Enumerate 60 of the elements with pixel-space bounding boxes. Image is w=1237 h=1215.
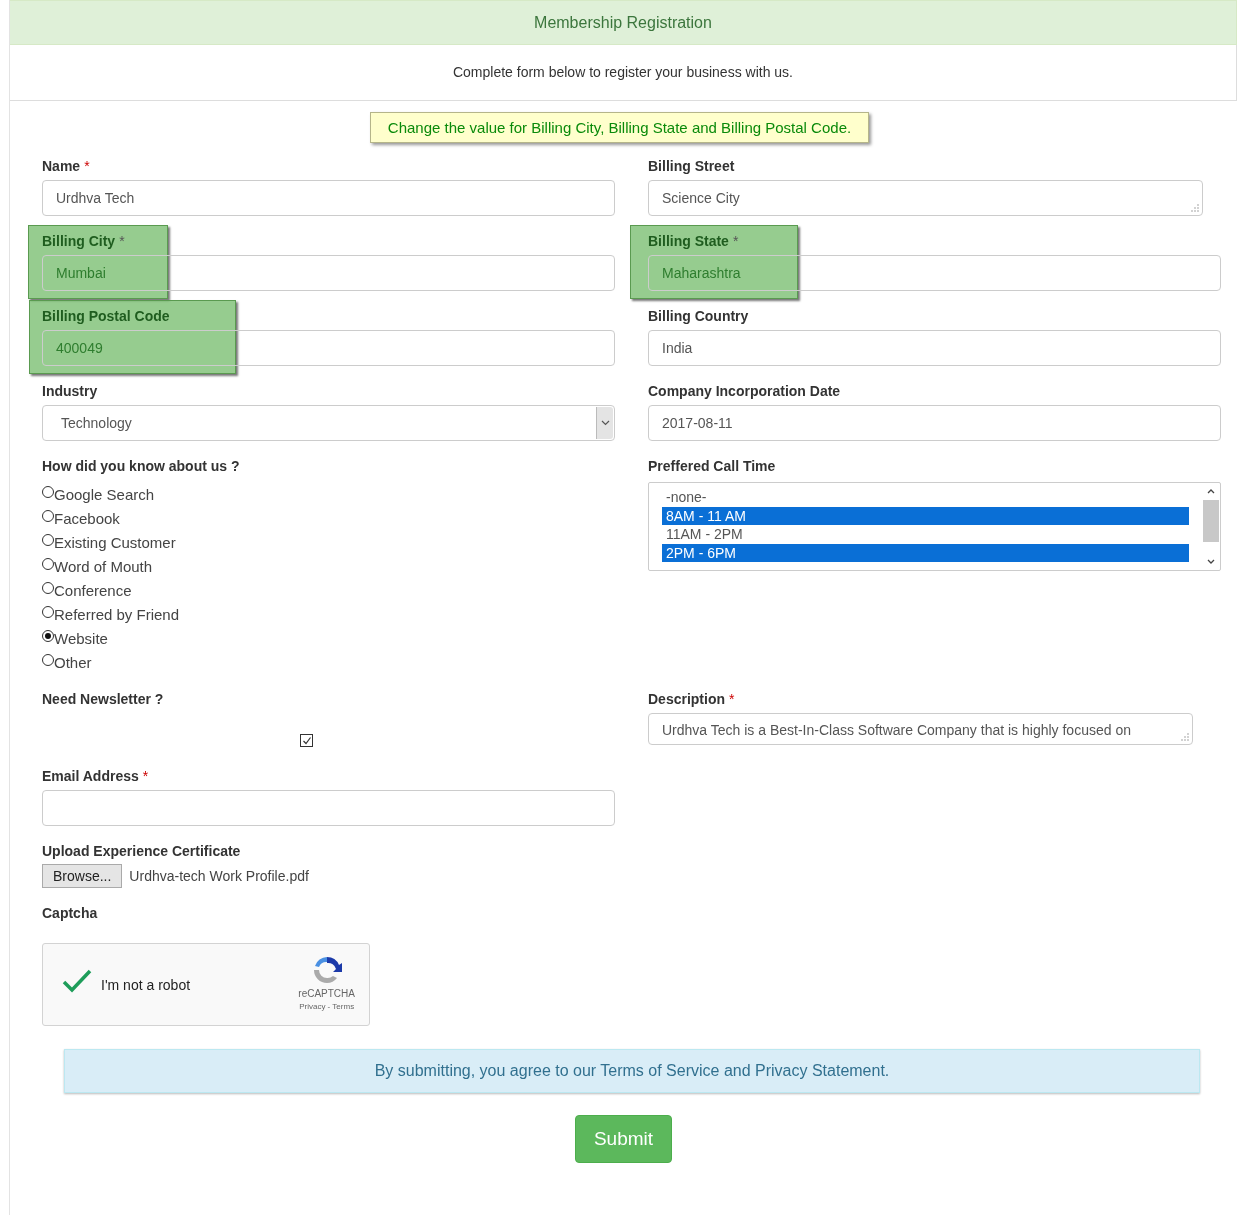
scroll-up-icon[interactable] [1207, 488, 1215, 494]
field-label: Billing Street [648, 158, 735, 175]
select-value: Technology [61, 415, 132, 431]
field-label: Upload Experience Certificate [42, 843, 241, 860]
radio-label[interactable]: Other [54, 653, 92, 671]
field-label: How did you know about us ? [42, 458, 240, 475]
field-label: Description [648, 691, 725, 708]
required-mark: * [729, 691, 735, 708]
field-label: Email Address [42, 768, 139, 785]
browse-button[interactable]: Browse... [42, 863, 123, 888]
captcha-widget[interactable]: I'm not a robot reCAPTCHA Privacy - Terms [42, 943, 370, 1026]
form-title: Membership Registration [534, 14, 712, 31]
input-field[interactable]: Urdhva Tech [42, 180, 615, 216]
captcha-label: I'm not a robot [101, 976, 191, 993]
notice-message: Change the value for Billing City, Billing State and Billing Postal Code. [369, 112, 870, 143]
radio-label[interactable]: Website [54, 629, 108, 647]
scrollbar-thumb[interactable] [1203, 499, 1219, 542]
resize-grip-icon[interactable] [1191, 204, 1199, 212]
text-area[interactable]: Science City [648, 180, 1203, 216]
radio-label[interactable]: Word of Mouth [54, 557, 153, 575]
resize-grip-icon[interactable] [1181, 733, 1189, 741]
privacy-terms-link[interactable]: Privacy - Terms [299, 1002, 355, 1011]
intro-text: Complete form below to register your business with us. [452, 64, 793, 80]
call-time-listbox[interactable]: -none- 8AM - 11 AM 11AM - 2PM 2PM - 6PM [648, 482, 1221, 571]
input-field[interactable]: India [648, 330, 1221, 366]
industry-select[interactable]: Technology [42, 405, 615, 441]
text-area-value: Urdhva Tech is a Best-In-Class Software Company that is highly focused on [662, 722, 1131, 738]
field-label: Billing State [648, 233, 729, 250]
field-label: Company Incorporation Date [648, 383, 841, 400]
field-label: Industry [42, 383, 98, 400]
radio-label[interactable]: Referred by Friend [54, 605, 180, 623]
field-label: Name [42, 158, 81, 175]
recaptcha-brand: reCAPTCHA [298, 988, 355, 999]
list-option[interactable]: -none- [662, 488, 1189, 507]
radio-label[interactable]: Facebook [54, 509, 120, 527]
radio-label[interactable]: Conference [54, 581, 132, 599]
scroll-down-icon[interactable] [1207, 559, 1215, 565]
field-label: Captcha [42, 905, 98, 922]
field-label: Need Newsletter ? [42, 691, 164, 708]
field-label: Billing Country [648, 308, 749, 325]
file-name: Urdhva-tech Work Profile.pdf [129, 867, 309, 884]
radio-label[interactable]: Existing Customer [54, 533, 176, 551]
text-area[interactable]: Urdhva Tech is a Best-In-Class Software Company that is highly focused on [648, 713, 1193, 745]
required-mark: * [84, 158, 90, 175]
required-mark: * [142, 768, 149, 785]
list-option[interactable]: 11AM - 2PM [662, 525, 1189, 544]
input-field[interactable] [42, 790, 615, 826]
field-label: Preffered Call Time [648, 458, 776, 475]
radio-label[interactable]: Google Search [54, 485, 155, 503]
list-option[interactable]: 2PM - 6PM [662, 543, 1189, 562]
list-option[interactable]: 8AM - 11 AM [662, 506, 1189, 525]
field-label: Billing City [42, 233, 116, 250]
agreement-message: By submitting, you agree to our Terms of Service and Privacy Statement. [64, 1049, 1200, 1093]
text-area-value: Science City [662, 190, 740, 206]
input-field[interactable]: 2017-08-11 [648, 405, 1221, 441]
required-mark: * [732, 233, 739, 250]
checkmark-icon[interactable] [61, 967, 93, 994]
newsletter-checkbox[interactable] [300, 734, 313, 747]
field-label: Billing Postal Code [42, 308, 170, 325]
required-mark: * [119, 233, 125, 250]
